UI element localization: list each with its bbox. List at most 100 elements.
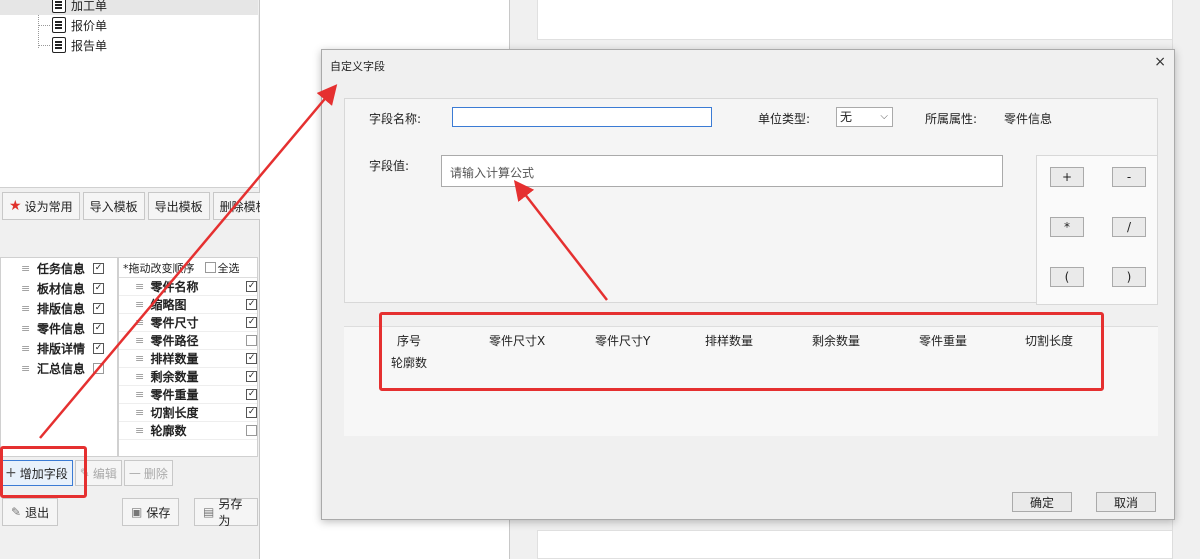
divide-button[interactable]: / <box>1112 217 1146 237</box>
document-icon <box>52 0 66 13</box>
category-item[interactable]: ≡ 汇总信息 <box>1 358 117 378</box>
minus-button[interactable]: - <box>1112 167 1146 187</box>
drag-hint: *拖动改变顺序 <box>123 261 195 275</box>
checkbox[interactable]: ✓ <box>93 342 105 354</box>
belongs-value: 零件信息 <box>1004 112 1053 126</box>
checkbox[interactable]: ✓ <box>246 353 257 364</box>
save-button[interactable]: ▣ 保存 <box>122 498 180 526</box>
document-icon <box>52 37 66 53</box>
import-template-button[interactable]: 导入模板 <box>82 192 145 220</box>
category-list: ≡ 任务信息 ✓ ≡ 板材信息 ✓ ≡ 排版信息 ✓ ≡ 零件信息 ✓ ≡ 排版详情 ✓ ≡ 汇总信息 <box>0 257 118 457</box>
scroll-area <box>1172 0 1200 559</box>
drag-handle-icon: ≡ <box>135 388 145 401</box>
delete-field-button[interactable]: — 删除 <box>123 460 173 486</box>
drag-handle-icon: ≡ <box>135 370 145 383</box>
tree-item-quote[interactable]: 报价单 <box>52 15 107 35</box>
checkbox[interactable]: ✓ <box>246 317 257 328</box>
drag-handle-icon: ≡ <box>21 361 31 375</box>
category-item[interactable]: ≡ 排版信息 ✓ <box>1 298 117 318</box>
field-item[interactable]: ≡ 零件重量 ✓ <box>119 386 257 404</box>
document-icon <box>52 17 66 33</box>
drag-handle-icon: ≡ <box>135 316 145 329</box>
checkbox[interactable]: ✓ <box>246 407 257 418</box>
save-as-button[interactable]: ▤ 另存为 <box>194 497 258 528</box>
checkbox[interactable]: ✓ <box>246 281 257 292</box>
right-paren-button[interactable]: ) <box>1112 267 1146 287</box>
field-item[interactable]: ≡ 零件尺寸 ✓ <box>119 314 257 332</box>
drag-handle-icon: ≡ <box>135 352 145 365</box>
drag-handle-icon: ≡ <box>21 261 31 275</box>
select-all-checkbox[interactable] <box>204 262 216 273</box>
template-toolbar: ★ 设为常用 导入模板 导出模板 删除模板 <box>0 190 275 222</box>
checkbox[interactable]: ✓ <box>93 322 105 334</box>
select-all-toggle[interactable]: 全选 <box>204 260 240 276</box>
field-value-label: 字段值: <box>369 159 410 173</box>
checkbox[interactable] <box>246 335 257 346</box>
template-tree: 加工单 报价单 报告单 <box>0 0 258 188</box>
drag-handle-icon: ≡ <box>135 424 145 437</box>
document-page <box>537 530 1177 559</box>
star-icon: ★ <box>9 198 22 214</box>
checkbox[interactable]: ✓ <box>246 299 257 310</box>
drag-handle-icon: ≡ <box>135 280 145 293</box>
drag-handle-icon: ≡ <box>21 301 31 315</box>
field-item[interactable]: ≡ 零件名称 ✓ <box>119 278 257 296</box>
checkbox[interactable] <box>246 425 257 436</box>
category-item[interactable]: ≡ 板材信息 ✓ <box>1 278 117 298</box>
category-item[interactable]: ≡ 任务信息 ✓ <box>1 258 117 278</box>
drag-handle-icon: ≡ <box>135 406 145 419</box>
checkbox[interactable]: ✓ <box>246 389 257 400</box>
tree-item-label: 报告单 <box>71 38 108 53</box>
plus-button[interactable]: + <box>1050 167 1084 187</box>
exit-button[interactable]: ✎ 退出 <box>2 498 59 526</box>
tree-item-label: 报价单 <box>71 18 108 33</box>
custom-field-dialog: 自定义字段 × 字段名称: 单位类型: 无 ⌵ 所属属性: 零件信息 字段值: … <box>321 49 1175 520</box>
checkbox[interactable]: ✓ <box>93 282 105 294</box>
drag-handle-icon: ≡ <box>21 341 31 355</box>
annotation-box-add-field <box>0 446 87 498</box>
field-list: *拖动改变顺序 全选 ≡ 零件名称 ✓ ≡ 缩略图 ✓ ≡ 零件尺寸 ✓ ≡ 零件路径 ≡ 排样… <box>118 257 258 457</box>
multiply-button[interactable]: * <box>1050 217 1084 237</box>
category-item[interactable]: ≡ 排版详情 ✓ <box>1 338 117 358</box>
field-item[interactable]: ≡ 缩略图 ✓ <box>119 296 257 314</box>
unit-type-select[interactable]: 无 ⌵ <box>836 107 893 127</box>
field-definition-panel: 字段名称: 单位类型: 无 ⌵ 所属属性: 零件信息 字段值: 请输入计算公式 … <box>344 98 1158 305</box>
field-item[interactable]: ≡ 零件路径 <box>119 332 257 350</box>
copy-icon: ▤ <box>203 505 215 519</box>
unit-type-label: 单位类型: <box>758 112 811 126</box>
field-item[interactable]: ≡ 轮廓数 <box>119 422 257 440</box>
minus-icon: — <box>128 466 141 480</box>
belongs-label: 所属属性: <box>925 112 978 126</box>
drag-handle-icon: ≡ <box>135 298 145 311</box>
cancel-button[interactable]: 取消 <box>1096 492 1156 512</box>
field-item[interactable]: ≡ 切割长度 ✓ <box>119 404 257 422</box>
category-item[interactable]: ≡ 零件信息 ✓ <box>1 318 117 338</box>
bottom-bar: ✎ 退出 ▣ 保存 ▤ 另存为 <box>0 496 258 528</box>
drag-handle-icon: ≡ <box>135 334 145 347</box>
checkbox[interactable]: ✓ <box>93 262 105 274</box>
pencil-icon: ✎ <box>11 505 22 519</box>
close-icon[interactable]: × <box>1154 54 1166 70</box>
left-paren-button[interactable]: ( <box>1050 267 1084 287</box>
operator-pad: + - * / ( ) <box>1036 155 1158 305</box>
drag-handle-icon: ≡ <box>21 321 31 335</box>
ok-button[interactable]: 确定 <box>1012 492 1072 512</box>
tree-item-report[interactable]: 报告单 <box>52 35 107 55</box>
document-page <box>537 0 1177 40</box>
chevron-down-icon: ⌵ <box>880 111 888 122</box>
export-template-button[interactable]: 导出模板 <box>147 192 210 220</box>
drag-handle-icon: ≡ <box>21 281 31 295</box>
checkbox[interactable]: ✓ <box>93 302 105 314</box>
tree-item-processing[interactable]: 加工单 <box>0 0 258 15</box>
field-item[interactable]: ≡ 排样数量 ✓ <box>119 350 257 368</box>
field-list-header: *拖动改变顺序 全选 <box>119 258 257 278</box>
field-name-input[interactable] <box>452 107 712 127</box>
dialog-title: 自定义字段 <box>330 60 385 73</box>
checkbox[interactable] <box>93 362 105 374</box>
formula-input[interactable]: 请输入计算公式 <box>441 155 1003 187</box>
annotation-box-variables <box>379 312 1104 391</box>
set-common-button[interactable]: ★ 设为常用 <box>2 192 80 220</box>
field-item[interactable]: ≡ 剩余数量 ✓ <box>119 368 257 386</box>
checkbox[interactable]: ✓ <box>246 371 257 382</box>
field-name-label: 字段名称: <box>369 112 422 126</box>
